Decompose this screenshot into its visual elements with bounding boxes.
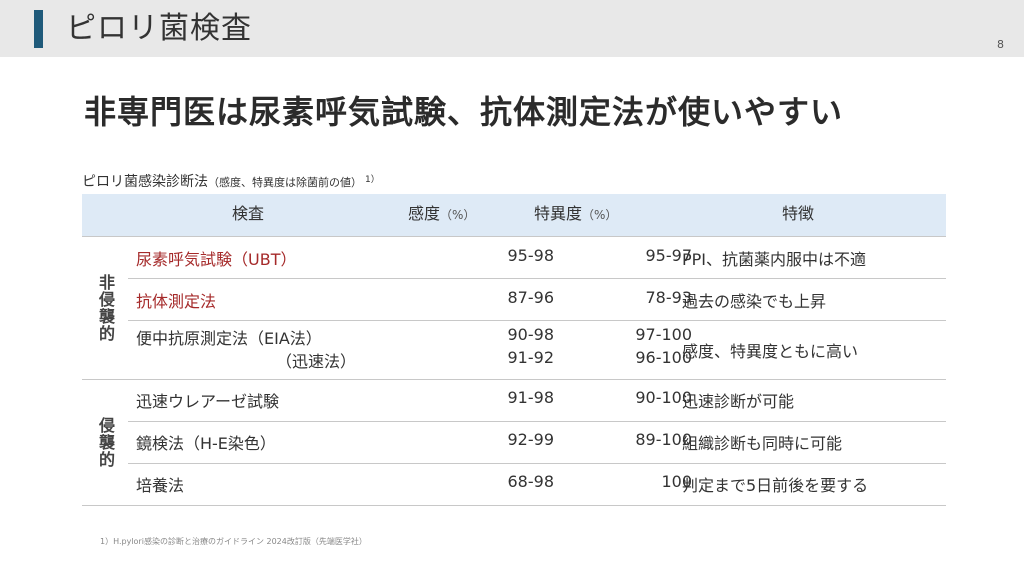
group-label: 非侵襲的 [96,274,115,342]
specificity-value: 90-100 [635,388,692,407]
table-row: 尿素呼気試験（UBT） 95-98 95-97 PPI、抗菌薬内服中は不適 [128,237,946,278]
specificity-value-sub: 96-100 [635,348,692,367]
specificity-value: 100 [661,472,692,491]
test-name: 便中抗原測定法（EIA法） [136,329,322,348]
header-test: 検査 [232,204,265,223]
specificity-value: 89-100 [635,430,692,449]
sensitivity-value: 87-96 [507,288,555,307]
test-name: 培養法 [136,476,185,495]
table-row: 鏡検法（H-E染色） 92-99 89-100 組織診断も同時に可能 [128,421,946,463]
sensitivity-value: 95-98 [507,246,555,265]
table-header: 検査 感度（%） 特異度（%） 特徴 [82,194,946,236]
header-feature: 特徴 [782,204,815,223]
feature-text: 判定まで5日前後を要する [682,476,869,495]
test-name: 尿素呼気試験（UBT） [136,250,297,269]
sensitivity-value: 92-99 [507,430,555,449]
sensitivity-value-sub: 91-92 [507,348,555,367]
caption-reference: 1） [365,175,380,185]
footnote: 1）H.pylori感染の診断と治療のガイドライン 2024改訂版（先端医学社） [100,537,367,546]
sensitivity-value: 91-98 [507,388,555,407]
slide-title: ピロリ菌検査 [66,11,252,46]
test-name: 迅速ウレアーゼ試験 [136,392,280,411]
test-name: 抗体測定法 [136,292,217,311]
specificity-value: 95-97 [645,246,693,265]
header-specificity: 特異度（%） [534,204,618,223]
header-sensitivity: 感度（%） [408,204,476,223]
table-bottom-border [82,505,946,506]
table-row: 迅速ウレアーゼ試験 91-98 90-100 迅速診断が可能 [128,380,946,421]
table-row: 便中抗原測定法（EIA法） （迅速法） 90-98 91-92 97-100 9… [128,320,946,379]
feature-text: 迅速診断が可能 [682,392,795,411]
caption-main: ピロリ菌感染診断法 [82,174,208,190]
table-row: 抗体測定法 87-96 78-93 過去の感染でも上昇 [128,278,946,320]
feature-text: 感度、特異度ともに高い [682,342,859,361]
feature-text: 組織診断も同時に可能 [682,434,843,453]
specificity-value: 78-93 [645,288,693,307]
table-caption: ピロリ菌感染診断法（感度、特異度は除菌前の値） 1） [82,171,380,191]
headline: 非専門医は尿素呼気試験、抗体測定法が使いやすい [84,93,844,131]
specificity-value: 97-100 [635,325,692,344]
feature-text: 過去の感染でも上昇 [682,292,827,311]
caption-note: （感度、特異度は除菌前の値） [208,176,362,189]
group-invasive: 侵襲的 迅速ウレアーゼ試験 91-98 90-100 迅速診断が可能 鏡検法（H… [82,379,946,505]
group-noninvasive: 非侵襲的 尿素呼気試験（UBT） 95-98 95-97 PPI、抗菌薬内服中は… [82,236,946,379]
diagnosis-table: 検査 感度（%） 特異度（%） 特徴 非侵襲的 尿素呼気試験（UBT） 95-9… [82,194,946,506]
sensitivity-value: 90-98 [507,325,555,344]
page-number: 8 [997,38,1004,51]
test-name-sub: （迅速法） [276,352,357,371]
sensitivity-value: 68-98 [507,472,555,491]
group-label: 侵襲的 [96,417,115,468]
feature-text: PPI、抗菌薬内服中は不適 [682,250,867,269]
test-name: 鏡検法（H-E染色） [136,434,276,453]
header-accent-bar [34,10,43,48]
table-row: 培養法 68-98 100 判定まで5日前後を要する [128,463,946,505]
